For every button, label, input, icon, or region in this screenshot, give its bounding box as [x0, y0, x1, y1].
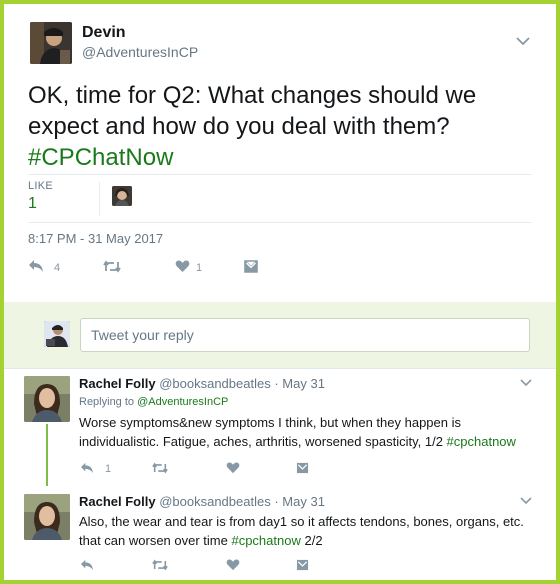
- retweet-button[interactable]: [103, 260, 121, 273]
- retweet-icon: [152, 559, 168, 571]
- retweet-button[interactable]: [152, 559, 168, 571]
- reply-date[interactable]: May 31: [282, 494, 325, 509]
- envelope-icon: [296, 559, 309, 571]
- reply-icon: [81, 462, 93, 474]
- reply-author-handle[interactable]: @booksandbeatles: [159, 376, 271, 391]
- like-button[interactable]: [226, 462, 240, 474]
- direct-message-button[interactable]: [296, 559, 309, 571]
- separator-dot: ·: [274, 494, 279, 509]
- likes-label: LIKE: [28, 180, 54, 192]
- like-button[interactable]: [175, 260, 190, 273]
- divider: [4, 368, 556, 369]
- direct-message-button[interactable]: [296, 462, 309, 474]
- envelope-icon: [244, 260, 258, 273]
- likes-count[interactable]: 1: [28, 195, 37, 213]
- reply-text: Worse symptoms&new symptoms I think, but…: [79, 413, 539, 451]
- retweet-icon: [103, 260, 121, 273]
- tweet-reply-input[interactable]: Tweet your reply: [80, 318, 530, 352]
- retweet-icon: [152, 462, 168, 474]
- divider: [28, 174, 532, 175]
- author-name[interactable]: Devin: [82, 24, 126, 42]
- reply-more-chevron-icon[interactable]: [520, 379, 532, 387]
- more-options-chevron-icon[interactable]: [516, 36, 530, 46]
- reply-header: Rachel Folly @booksandbeatles · May 31: [79, 494, 325, 509]
- like-button[interactable]: [226, 559, 240, 571]
- heart-icon: [226, 559, 240, 571]
- author-avatar[interactable]: [30, 22, 72, 64]
- reply-author-name[interactable]: Rachel Folly: [79, 376, 156, 391]
- envelope-icon: [296, 462, 309, 474]
- like-count: 1: [196, 262, 203, 274]
- reply-text: Also, the wear and tear is from day1 so …: [79, 512, 539, 550]
- reply-count: 1: [105, 463, 112, 475]
- divider: [28, 222, 532, 223]
- reply-author-avatar[interactable]: [24, 494, 70, 540]
- reply-body: Worse symptoms&new symptoms I think, but…: [79, 415, 461, 449]
- reply-icon: [81, 559, 93, 571]
- reply-button[interactable]: [28, 259, 44, 273]
- hashtag-link[interactable]: #cpchatnow: [231, 533, 300, 548]
- tweet-text: OK, time for Q2: What changes should we …: [28, 80, 528, 173]
- reply-author-avatar[interactable]: [24, 376, 70, 422]
- replying-to-handle[interactable]: @AdventuresInCP: [137, 396, 228, 408]
- thread-connector-line: [46, 424, 48, 486]
- reply-icon: [29, 260, 43, 272]
- reply-header: Rachel Folly @booksandbeatles · May 31: [79, 376, 325, 391]
- hashtag-link[interactable]: #CPChatNow: [28, 144, 173, 171]
- reply-button[interactable]: [80, 462, 94, 474]
- heart-icon: [175, 260, 190, 272]
- separator-dot: ·: [274, 376, 279, 391]
- heart-icon: [226, 462, 240, 474]
- current-user-avatar: [44, 321, 70, 347]
- author-handle[interactable]: @AdventuresInCP: [82, 44, 198, 60]
- replying-to-label: Replying to: [79, 396, 138, 408]
- reply-more-chevron-icon[interactable]: [520, 497, 532, 505]
- reply-date[interactable]: May 31: [282, 376, 325, 391]
- retweet-button[interactable]: [152, 462, 168, 474]
- replying-to: Replying to @AdventuresInCP: [79, 396, 228, 408]
- liker-avatar[interactable]: [112, 186, 132, 206]
- timestamp[interactable]: 8:17 PM - 31 May 2017: [28, 231, 163, 246]
- direct-message-button[interactable]: [244, 260, 258, 273]
- reply-author-name[interactable]: Rachel Folly: [79, 494, 156, 509]
- tweet-card: Devin @AdventuresInCP OK, time for Q2: W…: [0, 0, 560, 584]
- reply-suffix: 2/2: [300, 533, 323, 548]
- reply-count: 4: [54, 262, 61, 274]
- tweet-body: OK, time for Q2: What changes should we …: [28, 82, 477, 140]
- reply-author-handle[interactable]: @booksandbeatles: [159, 494, 271, 509]
- stats-divider: [99, 182, 100, 216]
- reply-button[interactable]: [80, 559, 94, 571]
- hashtag-link[interactable]: #cpchatnow: [447, 434, 516, 449]
